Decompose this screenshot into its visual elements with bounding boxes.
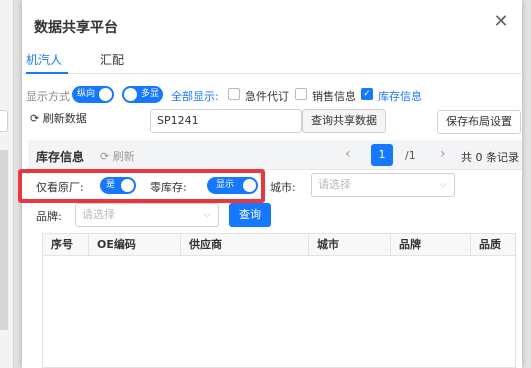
brand-select[interactable]: 请选择 ⌵ (75, 203, 219, 227)
city-placeholder: 请选择 (318, 178, 351, 191)
chevron-right-icon[interactable]: › (440, 146, 446, 162)
inventory-refresh-label: 刷新 (112, 150, 135, 163)
refresh-icon: ⟳ (100, 150, 110, 163)
multi-display-toggle-text: 多显 (141, 89, 160, 99)
city-select[interactable]: 请选择 ⌵ (311, 173, 455, 197)
display-mode-toggle[interactable]: 纵向 (72, 86, 114, 103)
column-header[interactable]: 品质 (471, 234, 515, 256)
close-icon[interactable]: ✕ (492, 13, 510, 31)
active-tab-indicator (26, 72, 68, 74)
refresh-data-label: 刷新数据 (42, 112, 87, 125)
column-header[interactable]: OE编码 (89, 234, 181, 256)
sales-info-checkbox[interactable] (295, 88, 307, 100)
inventory-search-button[interactable]: 查询 (229, 203, 271, 227)
inventory-info-checkbox[interactable]: ✓ (361, 88, 373, 100)
table-header: 序号 OE编码 供应商 城市 品牌 品质 (43, 234, 515, 256)
brand-label: 品牌: (36, 210, 62, 223)
brand-placeholder: 请选择 (82, 208, 115, 221)
urgent-order-label: 急件代订 (245, 90, 289, 103)
total-pages: /1 (405, 149, 416, 162)
refresh-icon: ⟳ (30, 112, 40, 125)
background-element (0, 110, 8, 132)
record-count: 共 0 条记录 (461, 151, 519, 164)
dialog-title: 数据共享平台 (34, 20, 118, 36)
inventory-table: 序号 OE编码 供应商 城市 品牌 品质 (42, 233, 516, 368)
refresh-data-button[interactable]: ⟳ 刷新数据 (22, 108, 112, 132)
display-options-row: 显示方式 纵向 多显 全部显示: 急件代订 销售信息 ✓ 库存信息 (22, 86, 522, 104)
column-header[interactable]: 城市 (309, 234, 391, 256)
background-scrollbar (0, 150, 8, 330)
inventory-title: 库存信息 (36, 150, 85, 164)
save-layout-button[interactable]: 保存布局设置 (437, 110, 521, 134)
column-header[interactable]: 供应商 (181, 234, 309, 256)
inventory-refresh-button[interactable]: ⟳ 刷新 (100, 148, 135, 164)
current-page[interactable]: 1 (371, 144, 393, 166)
tab-huipei[interactable]: 汇配 (100, 51, 124, 68)
column-header[interactable]: 品牌 (391, 234, 471, 256)
search-input[interactable]: SP1241 (150, 109, 302, 133)
toggle-knob (124, 88, 137, 101)
chevron-down-icon: ⌵ (203, 209, 211, 220)
tab-bar: 机汽人 汇配 (22, 44, 522, 74)
sales-info-label: 销售信息 (312, 90, 356, 103)
highlight-annotation-box (18, 169, 265, 203)
multi-display-toggle[interactable]: 多显 (122, 86, 163, 103)
background-page-right (521, 0, 531, 368)
chevron-left-icon[interactable]: ‹ (345, 146, 351, 162)
chevron-down-icon: ⌵ (439, 179, 447, 190)
toggle-knob (99, 88, 112, 101)
display-mode-toggle-text: 纵向 (77, 89, 96, 99)
column-header[interactable]: 序号 (43, 234, 89, 256)
inventory-panel-header: 库存信息 ⟳ 刷新 ‹ 1 /1 › 共 0 条记录 (28, 140, 522, 170)
display-mode-label: 显示方式 (26, 90, 70, 103)
inventory-info-label: 库存信息 (378, 90, 422, 103)
urgent-order-checkbox[interactable] (228, 88, 240, 100)
query-shared-data-button[interactable]: 查询共享数据 (302, 109, 386, 133)
show-all-label[interactable]: 全部显示: (171, 88, 219, 104)
city-label: 城市: (270, 181, 296, 194)
tab-robot[interactable]: 机汽人 (26, 51, 62, 68)
